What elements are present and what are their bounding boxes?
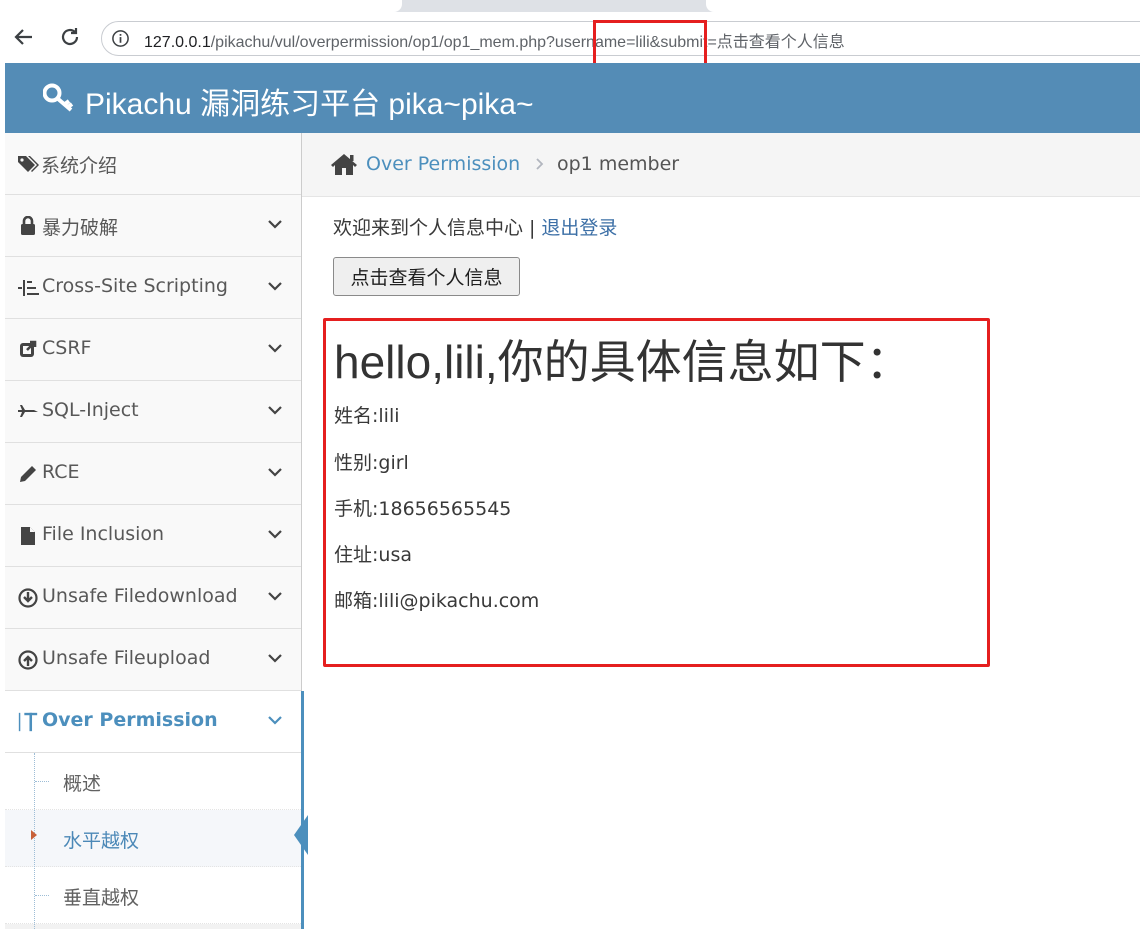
submenu-item-horizontal[interactable]: 水平越权 — [5, 810, 301, 867]
submenu-item-overview[interactable]: 概述 — [5, 753, 301, 810]
sidebar: 系统介绍 暴力破解 Cross-Site Scripting CSRF SQL-… — [5, 133, 308, 929]
active-indicator-bar — [301, 691, 304, 929]
logout-link[interactable]: 退出登录 — [541, 217, 617, 239]
sidebar-item-sql-inject[interactable]: SQL-Inject — [5, 381, 301, 443]
chevron-down-icon — [268, 220, 282, 229]
upload-icon — [17, 649, 39, 671]
site-header: Pikachu 漏洞练习平台 pika~pika~ — [5, 63, 1140, 133]
sidebar-item-label: Unsafe Filedownload — [42, 585, 238, 607]
chevron-down-icon — [268, 468, 282, 477]
sidebar-item-label: Unsafe Fileupload — [42, 647, 211, 669]
caret-right-icon — [31, 830, 37, 840]
profile-field-email: 邮箱:lili@pikachu.com — [334, 590, 540, 612]
key-icon — [43, 83, 74, 112]
sidebar-item-label: Cross-Site Scripting — [42, 275, 228, 297]
sidebar-item-file-inclusion[interactable]: File Inclusion — [5, 505, 301, 567]
profile-field-sex: 性别:girl — [334, 452, 409, 474]
separator: | — [529, 217, 536, 239]
submenu-item-vertical[interactable]: 垂直越权 — [5, 867, 301, 924]
sidebar-item-label: 系统介绍 — [41, 155, 118, 177]
reload-button[interactable] — [57, 24, 83, 50]
view-profile-button[interactable]: 点击查看个人信息 — [333, 257, 520, 296]
tags-icon — [17, 153, 39, 175]
profile-heading: hello,lili,你的具体信息如下： — [334, 336, 912, 388]
browser-tab[interactable] — [0, 0, 402, 12]
lock-icon — [17, 215, 39, 237]
submenu-tree-dash — [35, 781, 49, 782]
profile-field-address: 住址:usa — [334, 544, 412, 566]
back-button[interactable] — [11, 24, 37, 50]
sidebar-item-rce[interactable]: RCE — [5, 443, 301, 505]
info-icon[interactable] — [111, 29, 130, 48]
breadcrumb: Over Permission op1 member — [302, 133, 1140, 197]
sidebar-item-label: SQL-Inject — [42, 399, 139, 421]
browser-tab[interactable] — [706, 0, 1140, 12]
welcome-text: 欢迎来到个人信息中心 — [333, 217, 524, 239]
reload-icon — [61, 28, 79, 46]
sidebar-item-label: RCE — [42, 461, 80, 483]
sidebar-item-label: CSRF — [42, 337, 92, 359]
list-icon — [17, 277, 39, 299]
submenu-item-label: 概述 — [63, 773, 102, 795]
arrow-left-icon — [14, 29, 32, 45]
sidebar-item-intro[interactable]: 系统介绍 — [5, 133, 301, 195]
sidebar-item-csrf[interactable]: CSRF — [5, 319, 301, 381]
chevron-right-icon — [536, 158, 544, 170]
chevron-down-icon — [268, 592, 282, 601]
file-icon — [17, 525, 39, 547]
breadcrumb-link[interactable]: Over Permission — [366, 153, 520, 175]
browser-tab-strip — [0, 0, 1140, 12]
welcome-line: 欢迎来到个人信息中心 | 退出登录 — [333, 213, 617, 240]
chevron-down-icon — [268, 344, 282, 353]
sidebar-item-unsafe-fileupload[interactable]: Unsafe Fileupload — [5, 629, 301, 691]
submenu-item-label: 水平越权 — [63, 830, 140, 852]
sidebar-item-xss[interactable]: Cross-Site Scripting — [5, 257, 301, 319]
active-pointer-arrow — [294, 815, 308, 855]
download-icon — [17, 587, 39, 609]
chevron-down-icon — [268, 406, 282, 415]
sidebar-item-over-permission[interactable]: Over Permission — [5, 691, 301, 753]
chevron-down-icon — [268, 282, 282, 291]
profile-field-phone: 手机:18656565545 — [334, 498, 512, 520]
browser-toolbar: 127.0.0.1/pikachu/vul/overpermission/op1… — [0, 12, 1140, 78]
sidebar-item-label: File Inclusion — [42, 523, 165, 545]
sidebar-item-unsafe-filedownload[interactable]: Unsafe Filedownload — [5, 567, 301, 629]
sidebar-item-label: Over Permission — [42, 709, 218, 731]
sidebar-item-brute-force[interactable]: 暴力破解 — [5, 195, 301, 257]
chevron-down-icon — [268, 530, 282, 539]
chevron-down-icon — [268, 716, 282, 725]
breadcrumb-current: op1 member — [557, 153, 680, 175]
profile-field-name: 姓名:lili — [334, 405, 400, 427]
submenu-tree-dash — [35, 895, 49, 896]
site-title[interactable]: Pikachu 漏洞练习平台 pika~pika~ — [85, 79, 534, 123]
submenu-item-label: 垂直越权 — [63, 887, 140, 909]
pencil-icon — [17, 463, 39, 485]
url-path: /pikachu/vul/overpermission/op1/op1_mem.… — [210, 34, 845, 51]
url-host: 127.0.0.1 — [144, 34, 211, 51]
submenu-tree-line — [34, 753, 35, 929]
home-icon — [331, 154, 357, 175]
sidebar-item-label: 暴力破解 — [42, 217, 119, 239]
plane-icon — [17, 401, 39, 423]
chevron-down-icon — [268, 654, 282, 663]
text-height-icon — [17, 711, 39, 733]
url-text[interactable]: 127.0.0.1/pikachu/vul/overpermission/op1… — [144, 28, 845, 52]
share-icon — [17, 339, 39, 361]
